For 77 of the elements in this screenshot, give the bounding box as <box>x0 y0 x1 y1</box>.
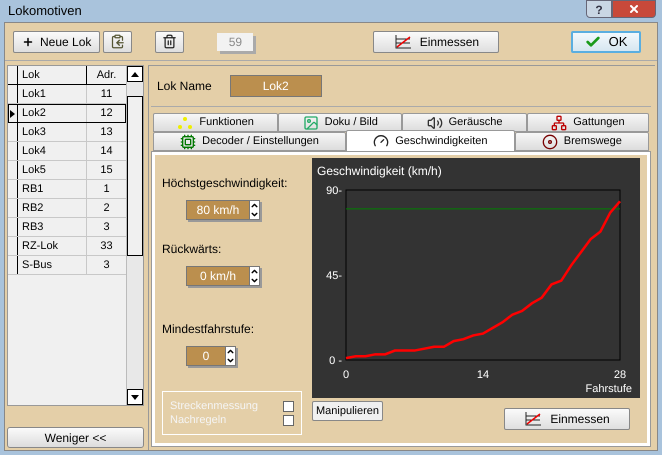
down-arrow-icon[interactable] <box>131 394 139 400</box>
table-cell: Lok3 <box>18 123 87 141</box>
calibrate-button[interactable]: Einmessen <box>504 408 630 430</box>
table-cell: RB1 <box>18 180 87 198</box>
tab[interactable]: Decoder / Einstellungen <box>153 132 346 151</box>
trash-icon <box>162 34 178 49</box>
field-label: Mindestfahrstufe: <box>162 321 256 338</box>
copy-button[interactable] <box>103 30 132 52</box>
row-pointer-icon <box>10 110 15 118</box>
new-loco-button[interactable]: Neue Lok <box>13 30 100 52</box>
tab[interactable]: Gattungen <box>526 113 650 132</box>
manipulate-button[interactable]: Manipulieren <box>312 401 383 421</box>
table-cell: Lok1 <box>18 85 87 103</box>
table-cell-text: 14 <box>99 144 114 159</box>
tab[interactable]: Geräusche <box>402 113 527 132</box>
gauge-icon <box>373 133 390 149</box>
chart-icon <box>524 411 542 427</box>
tab[interactable]: Geschwindigkeiten <box>346 130 515 151</box>
spinner-value: 0 <box>187 347 225 365</box>
table-cell-text: 1 <box>102 182 111 197</box>
y-tick-label: 45- <box>326 270 342 282</box>
chip-icon <box>180 134 196 150</box>
table-cell-text: 2 <box>102 201 111 216</box>
up-arrow-icon[interactable] <box>131 72 139 76</box>
hierarchy-icon <box>551 114 568 130</box>
column-header: Adr. <box>96 68 118 83</box>
table-cell: Lok5 <box>18 161 87 179</box>
clipboard-icon <box>110 34 126 49</box>
table-cell: RB2 <box>18 199 87 217</box>
counter-field: 59 <box>217 32 254 50</box>
column-header: Lok <box>18 66 87 84</box>
y-tick-label: 90- <box>326 185 342 197</box>
less-button[interactable]: Weniger << <box>7 427 144 448</box>
table-cell: RZ-Lok <box>18 237 87 255</box>
table-cell: S-Bus <box>18 256 87 274</box>
calibrate-button[interactable]: Einmessen <box>373 30 500 52</box>
x-tick-label: 28 <box>614 369 626 381</box>
table-cell-text: 3 <box>102 258 111 273</box>
x-axis-label: Fahrstufe <box>586 383 632 395</box>
speaker-icon <box>426 114 443 130</box>
close-icon <box>628 3 640 15</box>
ok-button[interactable]: OK <box>571 30 641 52</box>
x-tick-label: 14 <box>476 369 490 381</box>
chart-title: Geschwindigkeit (km/h) <box>316 163 443 180</box>
chart-icon <box>394 34 412 50</box>
tab[interactable]: Funktionen <box>153 113 278 132</box>
delete-button[interactable] <box>155 30 184 52</box>
table-cell-text: 11 <box>100 87 114 102</box>
table-cell-text: 13 <box>99 125 114 140</box>
field-label: Rückwärts: <box>162 241 222 258</box>
table-cell: Lok4 <box>18 142 87 160</box>
plus-icon <box>22 36 34 48</box>
picture-icon <box>302 114 319 130</box>
table-row[interactable]: Lok2 12 <box>8 104 126 123</box>
table-cell: Lok2 <box>18 104 87 123</box>
option-label: Nachregeln <box>170 412 226 428</box>
scrollbar[interactable] <box>126 66 143 405</box>
table-cell-text: 12 <box>99 106 114 121</box>
dots-icon <box>177 116 194 130</box>
check-icon <box>584 34 601 50</box>
close-button[interactable] <box>612 0 656 18</box>
spinner-value: 0 km/h <box>187 267 249 285</box>
help-button[interactable]: ? <box>586 0 612 18</box>
table-cell-text: 33 <box>99 239 114 254</box>
x-tick-label: 0 <box>342 369 350 381</box>
window-title: Lokomotiven <box>8 2 82 20</box>
spinner-value: 80 km/h <box>187 201 249 219</box>
tab[interactable]: Doku / Bild <box>278 113 402 132</box>
disc-icon <box>542 134 558 150</box>
option-label: Streckenmessung <box>170 398 258 414</box>
y-tick-label: 0 - <box>329 355 342 367</box>
field-label: Höchstgeschwindigkeit: <box>162 175 288 192</box>
table-cell-text: 3 <box>102 220 111 235</box>
table-cell-text: 15 <box>99 163 114 178</box>
tab[interactable]: Bremswege <box>514 132 650 151</box>
loco-name-label: Lok Name <box>157 78 212 95</box>
table-cell: RB3 <box>18 218 87 236</box>
